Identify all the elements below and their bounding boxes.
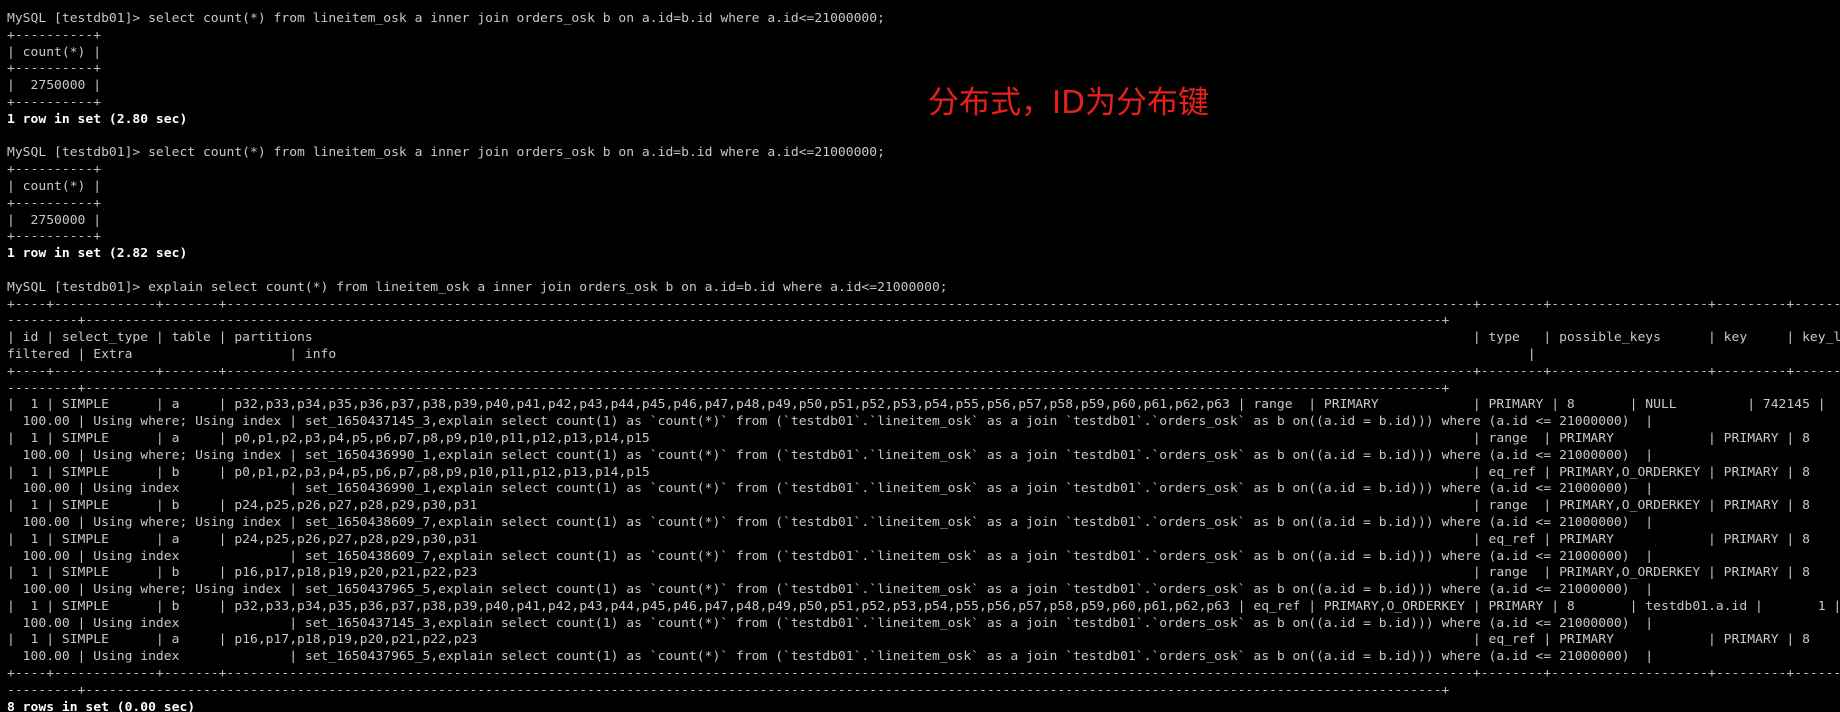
table-row-line: | id | select_type | table | partitions … bbox=[7, 330, 1840, 345]
table-row-line: 100.00 | Using index | set_1650436990_1,… bbox=[7, 481, 1654, 496]
table-row-line: 100.00 | Using index | set_1650437145_3,… bbox=[7, 615, 1654, 630]
table-row-line: | 1 | SIMPLE | b | p0,p1,p2,p3,p4,p5,p6,… bbox=[7, 464, 1810, 479]
terminal-window[interactable]: MySQL [testdb01]> select count(*) from l… bbox=[0, 0, 1840, 712]
table-row-line: 100.00 | Using where; Using index | set_… bbox=[7, 514, 1654, 529]
annotation-label: 分布式，ID为分布键 bbox=[928, 85, 1210, 121]
table-row-line: | 2750000 | bbox=[7, 212, 102, 227]
table-border-line: +----+-------------+-------+------------… bbox=[7, 666, 1840, 681]
table-row-line: | 1 | SIMPLE | a | p0,p1,p2,p3,p4,p5,p6,… bbox=[7, 430, 1810, 445]
command-line: MySQL [testdb01]> select count(*) from l… bbox=[7, 145, 885, 160]
table-row-line: | 1 | SIMPLE | b | p16,p17,p18,p19,p20,p… bbox=[7, 565, 1810, 580]
result-status-line: 1 row in set (2.82 sec) bbox=[7, 246, 188, 261]
table-row-line: | 1 | SIMPLE | a | p32,p33,p34,p35,p36,p… bbox=[7, 397, 1826, 412]
result-status-line: 1 row in set (2.80 sec) bbox=[7, 111, 188, 126]
table-row-line: filtered | Extra | info | bbox=[7, 346, 1536, 361]
table-row-line: | 1 | SIMPLE | b | p32,p33,p34,p35,p36,p… bbox=[7, 598, 1840, 613]
table-border-line: ---------+------------------------------… bbox=[7, 682, 1450, 697]
table-row-line: | 1 | SIMPLE | b | p24,p25,p26,p27,p28,p… bbox=[7, 498, 1810, 513]
table-border-line: +----+-------------+-------+------------… bbox=[7, 363, 1840, 378]
table-border-line: +----+-------------+-------+------------… bbox=[7, 296, 1840, 311]
table-border-line: +----------+ bbox=[7, 195, 102, 210]
table-border-line: +----------+ bbox=[7, 162, 102, 177]
table-row-line: | 1 | SIMPLE | a | p16,p17,p18,p19,p20,p… bbox=[7, 632, 1810, 647]
table-border-line: ---------+------------------------------… bbox=[7, 380, 1450, 395]
table-row-line: 100.00 | Using where; Using index | set_… bbox=[7, 582, 1654, 597]
command-line: MySQL [testdb01]> select count(*) from l… bbox=[7, 11, 885, 25]
table-row-line: 100.00 | Using index | set_1650437965_5,… bbox=[7, 649, 1654, 664]
terminal-output: MySQL [testdb01]> select count(*) from l… bbox=[7, 10, 1840, 712]
table-row-line: 100.00 | Using index | set_1650438609_7,… bbox=[7, 548, 1654, 563]
table-border-line: ---------+------------------------------… bbox=[7, 313, 1450, 328]
table-row-line: | count(*) | bbox=[7, 44, 102, 59]
table-border-line: +----------+ bbox=[7, 27, 102, 42]
table-row-line: 100.00 | Using where; Using index | set_… bbox=[7, 447, 1654, 462]
table-row-line: | 1 | SIMPLE | a | p24,p25,p26,p27,p28,p… bbox=[7, 531, 1810, 546]
table-border-line: +----------+ bbox=[7, 61, 102, 76]
result-status-line: 8 rows in set (0.00 sec) bbox=[7, 699, 196, 712]
table-row-line: | count(*) | bbox=[7, 178, 102, 193]
table-border-line: +----------+ bbox=[7, 229, 102, 244]
table-border-line: +----------+ bbox=[7, 94, 102, 109]
table-row-line: | 2750000 | bbox=[7, 78, 102, 93]
command-line: MySQL [testdb01]> explain select count(*… bbox=[7, 279, 948, 294]
table-row-line: 100.00 | Using where; Using index | set_… bbox=[7, 414, 1654, 429]
